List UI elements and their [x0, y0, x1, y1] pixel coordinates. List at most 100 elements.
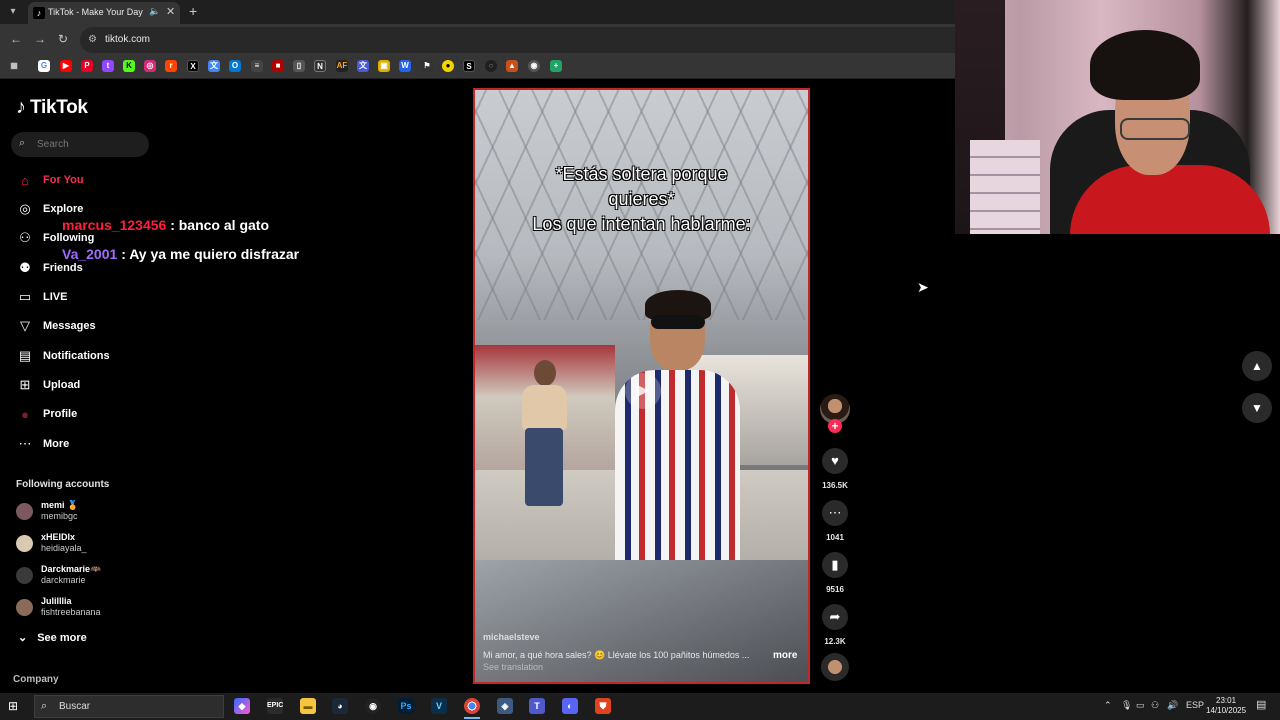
v-app-icon[interactable]: V — [431, 698, 447, 714]
video-player[interactable]: *Estás soltera porque quieres* Los que i… — [473, 88, 810, 684]
following-account[interactable]: Julilllia fishtreebanana — [16, 596, 101, 618]
search-placeholder: Search — [37, 139, 69, 150]
taskbar-search-input[interactable]: ⌕ Buscar — [34, 695, 224, 718]
caption-line: *Estás soltera porque — [555, 164, 728, 184]
site-info-icon[interactable]: ⚙ — [88, 34, 97, 45]
messages-icon: ▽ — [20, 318, 30, 333]
clock[interactable]: 23:01 14/10/2025 — [1206, 696, 1246, 716]
tab-list-chevron-icon[interactable]: ▾ — [5, 4, 21, 20]
kick-bookmark-icon[interactable]: K — [123, 60, 135, 72]
music-disc-icon[interactable] — [821, 653, 849, 681]
twitch-bookmark-icon[interactable]: t — [102, 60, 114, 72]
following-account[interactable]: Darckmarie🦇 darckmarie — [16, 564, 101, 586]
circle-bookmark-icon[interactable]: ● — [442, 60, 454, 72]
nav-label: Explore — [43, 203, 84, 215]
language-indicator[interactable]: ESP — [1186, 700, 1204, 710]
volume-icon[interactable]: 🔊 — [1167, 700, 1178, 711]
file-explorer-icon[interactable]: ▬ — [300, 698, 316, 714]
steam-icon[interactable]: ◕ — [332, 698, 348, 714]
discord-icon[interactable]: ◐ — [562, 698, 578, 714]
avatar — [16, 502, 33, 520]
address-bar[interactable]: ⚙ tiktok.com — [80, 27, 955, 53]
s-bookmark-icon[interactable]: S — [463, 60, 475, 72]
speaker-icon[interactable]: 🔈 — [149, 6, 160, 17]
see-translation-link[interactable]: See translation — [483, 662, 543, 672]
avatar — [16, 566, 33, 584]
tiktok-favicon-icon: ♪ — [33, 7, 45, 19]
new-tab-button[interactable]: + — [189, 3, 197, 19]
following-account[interactable]: xHEIDIx heidiayala_ — [16, 532, 87, 554]
youtube-bookmark-icon[interactable]: ▶ — [60, 60, 72, 72]
forward-arrow-icon[interactable]: → — [34, 32, 46, 46]
tiktok-logo[interactable]: ♪ TikTok — [16, 96, 88, 119]
nav-live[interactable]: ▭ LIVE — [16, 287, 68, 307]
search-input[interactable]: ⌕ Search — [11, 132, 149, 157]
nav-more[interactable]: ⋯ More — [16, 434, 70, 454]
translate-bookmark-icon[interactable]: 文 — [208, 60, 220, 72]
see-more-button[interactable]: ⌄ See more — [18, 631, 87, 644]
follow-plus-icon[interactable]: + — [828, 419, 842, 433]
play-icon[interactable]: ▶ — [625, 373, 661, 409]
photoshop-icon[interactable]: Ps — [398, 698, 414, 714]
outlook-bookmark-icon[interactable]: O — [229, 60, 241, 72]
epic-games-icon[interactable]: EPIC — [267, 698, 283, 714]
shield-app-icon[interactable]: ⛊ — [595, 698, 611, 714]
nav-for-you[interactable]: ⌂ For You — [16, 170, 83, 190]
url-text[interactable]: tiktok.com — [105, 34, 150, 45]
google-bookmark-icon[interactable]: G — [38, 60, 50, 72]
browser-tab[interactable]: ♪ TikTok - Make Your Day 🔈 ✕ — [28, 2, 180, 24]
tray-chevron-up-icon[interactable]: ⌃ — [1104, 700, 1112, 711]
next-video-chevron-down-icon[interactable]: ▼ — [1242, 393, 1272, 423]
following-account[interactable]: memi 🏅 memibgc — [16, 500, 78, 522]
see-more-label: See more — [37, 632, 87, 644]
back-arrow-icon[interactable]: ← — [10, 32, 22, 46]
obs-icon[interactable]: ◉ — [365, 698, 381, 714]
sheets-bookmark-icon[interactable]: + — [550, 60, 562, 72]
network-icon[interactable]: ⚇ — [1151, 700, 1159, 711]
chrome-icon[interactable] — [464, 698, 480, 714]
reload-icon[interactable]: ↻ — [58, 32, 68, 46]
translate2-bookmark-icon[interactable]: 文 — [357, 60, 369, 72]
apps-grid-icon[interactable]: ▦ — [8, 60, 20, 72]
bookmarks-bar: ▦ G ▶ P t K ◎ r X 文 O ≡ ■ ▯ N AF 文 ▣ W ⚑… — [0, 55, 955, 79]
yellow-bookmark-icon[interactable]: ▣ — [378, 60, 390, 72]
microphone-icon[interactable]: 🎙 — [1121, 700, 1132, 711]
red-bookmark-icon[interactable]: ■ — [272, 60, 284, 72]
nav-messages[interactable]: ▽ Messages — [16, 316, 96, 336]
stack-bookmark-icon[interactable]: ≡ — [251, 60, 263, 72]
monitor-icon[interactable]: ▭ — [1136, 700, 1145, 711]
windows-start-icon[interactable]: ⊞ — [8, 699, 18, 713]
taskbar-search-placeholder: Buscar — [59, 701, 91, 712]
video-author[interactable]: michaelsteve — [483, 632, 540, 642]
flag-bookmark-icon[interactable]: ⚑ — [421, 60, 433, 72]
notion-bookmark-icon[interactable]: N — [314, 60, 326, 72]
bookmark-icon[interactable]: ▮ — [822, 552, 848, 578]
app-diamond-icon[interactable]: ◈ — [497, 698, 513, 714]
gray-bookmark-icon[interactable]: ◉ — [528, 60, 540, 72]
x-bookmark-icon[interactable]: X — [187, 60, 199, 72]
heart-icon[interactable]: ♥ — [822, 448, 848, 474]
instagram-bookmark-icon[interactable]: ◎ — [144, 60, 156, 72]
teams-icon[interactable]: T — [529, 698, 545, 714]
nav-notifications[interactable]: ▤ Notifications — [16, 346, 110, 366]
more-description-button[interactable]: more — [773, 650, 797, 661]
af-bookmark-icon[interactable]: AF — [336, 60, 348, 72]
nav-upload[interactable]: ⊞ Upload — [16, 375, 81, 395]
company-link[interactable]: Company — [13, 674, 59, 685]
share-icon[interactable]: ➦ — [822, 604, 848, 630]
nav-label: Profile — [43, 408, 78, 420]
pinterest-bookmark-icon[interactable]: P — [81, 60, 93, 72]
comment-icon[interactable]: ⋯ — [822, 500, 848, 526]
avatar — [16, 534, 33, 552]
copilot-icon[interactable]: ◆ — [234, 698, 250, 714]
notification-center-icon[interactable]: ▤ — [1256, 698, 1266, 711]
orange-bookmark-icon[interactable]: ▲ — [506, 60, 518, 72]
reddit-bookmark-icon[interactable]: r — [165, 60, 177, 72]
w-bookmark-icon[interactable]: W — [399, 60, 411, 72]
previous-video-chevron-up-icon[interactable]: ▲ — [1242, 351, 1272, 381]
doc-bookmark-icon[interactable]: ▯ — [293, 60, 305, 72]
ring-bookmark-icon[interactable]: ○ — [485, 60, 497, 72]
nav-profile[interactable]: ● Profile — [16, 404, 77, 424]
close-tab-icon[interactable]: ✕ — [166, 5, 175, 18]
nav-explore[interactable]: ◎ Explore — [16, 199, 83, 219]
